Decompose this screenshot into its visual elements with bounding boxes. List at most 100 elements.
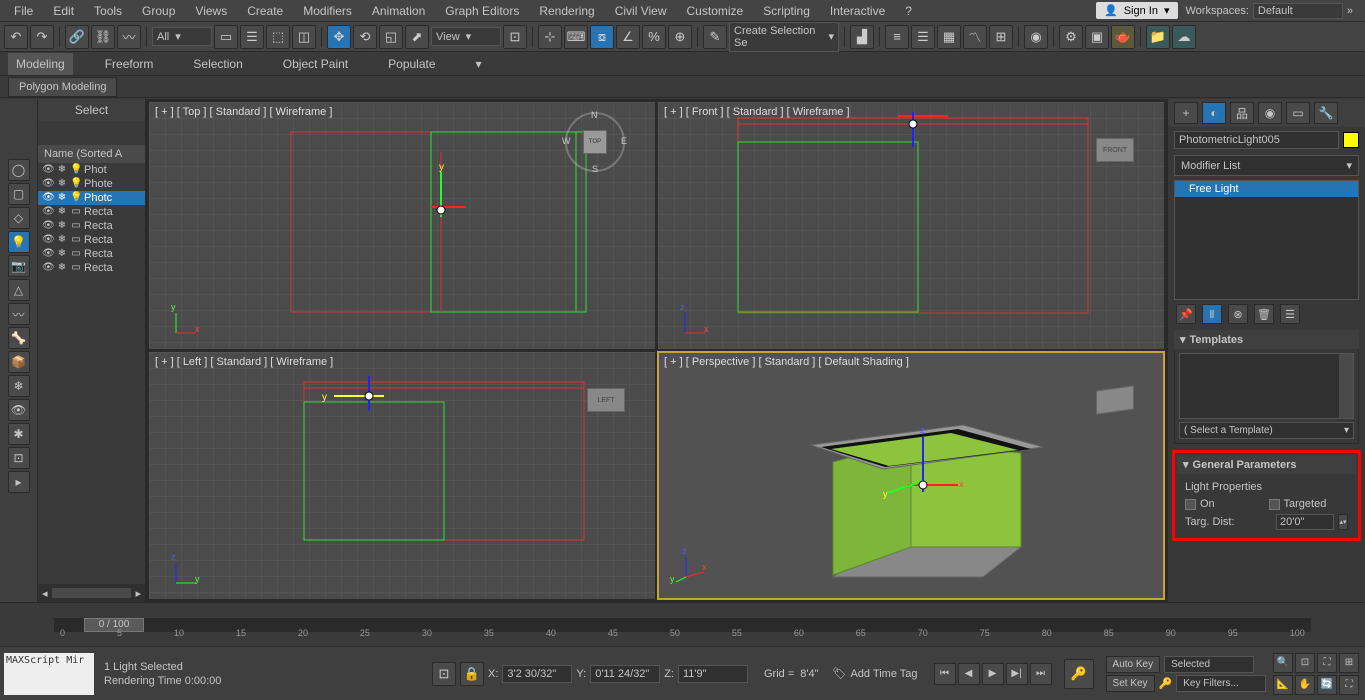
display-frozen-icon[interactable]: ❄ <box>8 375 30 397</box>
menu-animation[interactable]: Animation <box>362 1 435 21</box>
goto-start-button[interactable]: ⏮ <box>934 663 956 685</box>
select-object-button[interactable]: ▭ <box>214 25 238 49</box>
key-icon[interactable]: 🔑 <box>1159 677 1173 690</box>
viewcube-front[interactable]: FRONT <box>1096 138 1134 162</box>
display-tab-icon[interactable]: ▭ <box>1286 102 1310 124</box>
viewport-front-label[interactable]: [ + ] [ Front ] [ Standard ] [ Wireframe… <box>664 106 850 118</box>
keyfilters-button[interactable]: Key Filters... <box>1176 675 1266 692</box>
scene-item-selected[interactable]: 👁❄💡Photc <box>38 191 145 205</box>
display-hidden-icon[interactable]: 👁 <box>8 399 30 421</box>
modifier-stack-item[interactable]: Free Light <box>1175 181 1358 197</box>
templates-scrollbar[interactable] <box>1339 354 1353 418</box>
menu-create[interactable]: Create <box>237 1 293 21</box>
edit-named-sel-button[interactable]: ✎ <box>703 25 727 49</box>
on-checkbox[interactable] <box>1185 499 1196 510</box>
template-select-dropdown[interactable]: ( Select a Template)▾ <box>1179 422 1354 439</box>
menu-civilview[interactable]: Civil View <box>605 1 677 21</box>
viewcube-left[interactable]: LEFT <box>587 388 625 412</box>
scene-item[interactable]: 👁❄💡Phot <box>38 163 145 177</box>
curve-editor-button[interactable]: 〽 <box>963 25 987 49</box>
add-time-tag[interactable]: Add Time Tag <box>850 668 917 680</box>
time-tag-icon[interactable]: 🏷 <box>833 667 847 680</box>
z-input[interactable] <box>678 665 748 683</box>
scene-item[interactable]: 👁❄💡Phote <box>38 177 145 191</box>
render-setup-button[interactable]: ⚙ <box>1059 25 1083 49</box>
rect-select-button[interactable]: ⬚ <box>266 25 290 49</box>
menu-grapheditors[interactable]: Graph Editors <box>435 1 529 21</box>
motion-tab-icon[interactable]: ◉ <box>1258 102 1282 124</box>
display-cameras-icon[interactable]: 📷 <box>8 255 30 277</box>
align-button[interactable]: ≡ <box>885 25 909 49</box>
display-xref-icon[interactable]: ✱ <box>8 423 30 445</box>
maximize-viewport-icon[interactable]: ⛶ <box>1339 675 1359 695</box>
render-frame-button[interactable]: ▣ <box>1085 25 1109 49</box>
ribbon-dropdown-icon[interactable]: ▾ <box>468 53 490 75</box>
scene-item[interactable]: 👁❄▭Recta <box>38 233 145 247</box>
scene-item[interactable]: 👁❄▭Recta <box>38 247 145 261</box>
pivot-button[interactable]: ⊡ <box>503 25 527 49</box>
ref-coord-dropdown[interactable]: View▾ <box>431 27 501 46</box>
menu-customize[interactable]: Customize <box>677 1 754 21</box>
menu-tools[interactable]: Tools <box>84 1 132 21</box>
viewport-front[interactable]: [ + ] [ Front ] [ Standard ] [ Wireframe… <box>658 102 1164 349</box>
remove-modifier-icon[interactable]: 🗑 <box>1254 304 1274 324</box>
mirror-button[interactable]: ▟ <box>850 25 874 49</box>
scene-item[interactable]: 👁❄▭Recta <box>38 219 145 233</box>
scene-scrollbar[interactable]: ◂▸ <box>38 584 145 602</box>
manipulate-button[interactable]: ⊹ <box>538 25 562 49</box>
make-unique-icon[interactable]: ⊗ <box>1228 304 1248 324</box>
tab-freeform[interactable]: Freeform <box>97 53 162 75</box>
display-helpers-icon[interactable]: △ <box>8 279 30 301</box>
toggle-ribbon-button[interactable]: ▦ <box>937 25 961 49</box>
maxscript-listener[interactable]: MAXScript Mir <box>4 653 94 695</box>
y-input[interactable] <box>590 665 660 683</box>
display-lights-icon[interactable]: 💡 <box>8 231 30 253</box>
targ-dist-spinner[interactable]: ▴▾ <box>1338 514 1348 530</box>
menu-edit[interactable]: Edit <box>43 1 84 21</box>
viewport-perspective-label[interactable]: [ + ] [ Perspective ] [ Standard ] [ Def… <box>664 356 909 368</box>
next-frame-button[interactable]: ▶| <box>1006 663 1028 685</box>
keyboard-shortcut-button[interactable]: ⌨ <box>564 25 588 49</box>
display-spacewarps-icon[interactable]: 〰 <box>8 303 30 325</box>
tab-modeling[interactable]: Modeling <box>8 53 73 75</box>
utilities-tab-icon[interactable]: 🔧 <box>1314 102 1338 124</box>
layers-button[interactable]: ☰ <box>911 25 935 49</box>
schematic-view-button[interactable]: ⊞ <box>989 25 1013 49</box>
key-mode-icon[interactable]: 🔑 <box>1064 659 1094 689</box>
modifier-stack[interactable]: Free Light <box>1174 180 1359 300</box>
bind-spacewarp-button[interactable]: 〰 <box>117 25 141 49</box>
autokey-button[interactable]: Auto Key <box>1106 656 1161 673</box>
scale-button[interactable]: ◱ <box>379 25 403 49</box>
rotate-button[interactable]: ⟲ <box>353 25 377 49</box>
display-bones-icon[interactable]: 🦴 <box>8 327 30 349</box>
scene-item[interactable]: 👁❄▭Recta <box>38 205 145 219</box>
templates-list[interactable] <box>1179 353 1354 419</box>
viewcube-persp[interactable] <box>1096 385 1134 414</box>
menu-help-icon[interactable]: ? <box>895 1 922 21</box>
show-end-result-icon[interactable]: Ⅱ <box>1202 304 1222 324</box>
zoom-extents-all-icon[interactable]: ⊞ <box>1339 653 1359 673</box>
move-button[interactable]: ✥ <box>327 25 351 49</box>
modify-tab-icon[interactable]: ◐ <box>1202 102 1226 124</box>
object-color-swatch[interactable] <box>1343 132 1359 148</box>
window-crossing-button[interactable]: ◫ <box>292 25 316 49</box>
menu-modifiers[interactable]: Modifiers <box>293 1 362 21</box>
spinner-snap-button[interactable]: ⊕ <box>668 25 692 49</box>
scene-column-header[interactable]: Name (Sorted A <box>38 145 145 163</box>
material-editor-button[interactable]: ◉ <box>1024 25 1048 49</box>
menu-rendering[interactable]: Rendering <box>529 1 604 21</box>
viewport-perspective[interactable]: [ + ] [ Perspective ] [ Standard ] [ Def… <box>658 352 1164 599</box>
snap-toggle-button[interactable]: ⧇ <box>590 25 614 49</box>
display-expand-icon[interactable]: ▸ <box>8 471 30 493</box>
link-button[interactable]: 🔗 <box>65 25 89 49</box>
targeted-checkbox[interactable] <box>1269 499 1280 510</box>
named-selection-dropdown[interactable]: Create Selection Se▾ <box>729 22 839 52</box>
viewport-top[interactable]: [ + ] [ Top ] [ Standard ] [ Wireframe ]… <box>149 102 655 349</box>
key-filter-dropdown[interactable]: Selected <box>1164 656 1254 673</box>
workspaces-dropdown[interactable] <box>1253 3 1343 19</box>
configure-sets-icon[interactable]: ☰ <box>1280 304 1300 324</box>
zoom-icon[interactable]: 🔍 <box>1273 653 1293 673</box>
x-input[interactable] <box>502 665 572 683</box>
scene-item[interactable]: 👁❄▭Recta <box>38 261 145 275</box>
placement-button[interactable]: ⬈ <box>405 25 429 49</box>
